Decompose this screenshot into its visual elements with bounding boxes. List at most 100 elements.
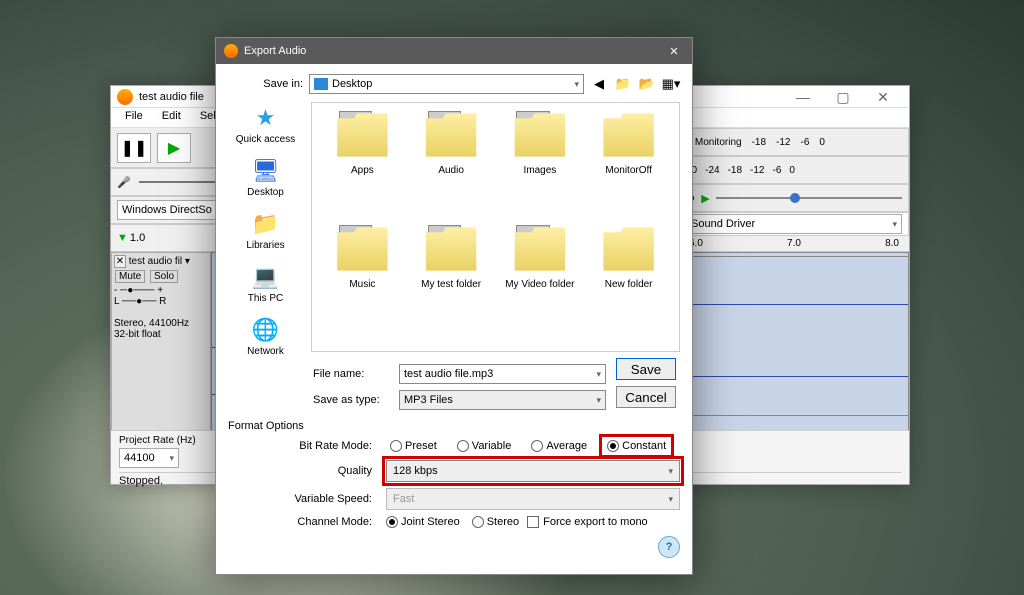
- bitrate-radio-preset[interactable]: Preset: [386, 438, 441, 454]
- folder-icon: [423, 225, 479, 273]
- audacity-app-icon: [117, 89, 133, 105]
- menu-file[interactable]: File: [117, 108, 151, 124]
- track-name: test audio fil: [129, 256, 182, 267]
- place-quick-access[interactable]: ★Quick access: [236, 104, 295, 145]
- folder-label: Music: [320, 279, 405, 290]
- this-pc-icon: 💻: [250, 263, 282, 291]
- track-info-1: Stereo, 44100Hz: [114, 318, 189, 329]
- quick-access-icon: ★: [250, 104, 282, 132]
- radio-icon: [472, 516, 484, 528]
- folder-icon: [423, 111, 479, 159]
- bitrate-radio-variable[interactable]: Variable: [453, 438, 516, 454]
- folder-icon: [334, 225, 390, 273]
- savein-label: Save in:: [228, 78, 303, 90]
- folder-item[interactable]: Audio: [409, 111, 494, 221]
- folder-label: Images: [498, 165, 583, 176]
- folder-label: New folder: [586, 279, 671, 290]
- cancel-button[interactable]: Cancel: [616, 386, 676, 408]
- radio-icon: [607, 440, 619, 452]
- view-menu-icon[interactable]: ▦▾: [662, 75, 680, 93]
- new-folder-icon[interactable]: 📂: [638, 75, 656, 93]
- zoom-value: 1.0: [130, 232, 145, 244]
- folder-item[interactable]: My Video folder: [498, 225, 583, 335]
- folder-item[interactable]: MonitorOff: [586, 111, 671, 221]
- window-close-icon[interactable]: ✕: [863, 86, 903, 108]
- quality-combo[interactable]: 128 kbps▾: [386, 460, 680, 482]
- pan-r: R: [159, 296, 166, 307]
- play-icon-2[interactable]: ▶: [701, 192, 709, 205]
- filename-label: File name:: [313, 368, 391, 380]
- format-options: Format Options Bit Rate Mode: Preset Vari…: [228, 420, 680, 558]
- track-close-icon[interactable]: ✕: [114, 255, 126, 268]
- channel-label: Channel Mode:: [288, 516, 378, 528]
- folder-label: MonitorOff: [586, 165, 671, 176]
- filename-input[interactable]: test audio file.mp3▾: [399, 364, 606, 384]
- folder-label: My Video folder: [498, 279, 583, 290]
- folder-item[interactable]: Images: [498, 111, 583, 221]
- project-rate-combo[interactable]: 44100▾: [119, 448, 179, 468]
- folder-item[interactable]: Apps: [320, 111, 405, 221]
- audacity-right-pane: rt Monitoring -18-12-60 30-24-18-12-60 ↻…: [679, 128, 909, 416]
- place-this-pc[interactable]: 💻This PC: [248, 263, 284, 304]
- channel-radio-joint-stereo[interactable]: Joint Stereo: [386, 516, 460, 528]
- desktop-icon: 🖥: [250, 157, 282, 185]
- solo-button[interactable]: Solo: [150, 270, 178, 283]
- savetype-label: Save as type:: [313, 394, 391, 406]
- places-sidebar: ★Quick access 🖥Desktop 📁Libraries 💻This PC 🌐…: [228, 102, 303, 352]
- place-libraries[interactable]: 📁Libraries: [246, 210, 284, 251]
- radio-icon: [457, 440, 469, 452]
- quality-label: Quality: [288, 465, 378, 477]
- zoom-arrow-icon: ▼: [117, 232, 128, 244]
- folder-item[interactable]: Music: [320, 225, 405, 335]
- channel-radio-stereo[interactable]: Stereo: [472, 516, 519, 528]
- pan-l: L: [114, 296, 119, 307]
- folder-item[interactable]: My test folder: [409, 225, 494, 335]
- dialog-title: Export Audio: [244, 45, 306, 57]
- pause-button[interactable]: ❚❚: [117, 133, 151, 163]
- savetype-combo[interactable]: MP3 Files▾: [399, 390, 606, 410]
- track-header: ✕ test audio fil ▾ Mute Solo - ─●─── + L…: [111, 252, 211, 442]
- play-button[interactable]: ▶: [157, 133, 191, 163]
- play-icon: ▶: [168, 138, 180, 158]
- file-grid[interactable]: Apps Audio ImagesMonitorOff Music My test fo…: [311, 102, 680, 352]
- folder-item[interactable]: New folder: [586, 225, 671, 335]
- network-icon: 🌐: [250, 316, 282, 344]
- window-min-icon[interactable]: —: [783, 86, 823, 108]
- up-folder-icon[interactable]: 📁: [614, 75, 632, 93]
- folder-label: My test folder: [409, 279, 494, 290]
- menu-edit[interactable]: Edit: [154, 108, 189, 124]
- bitrate-label: Bit Rate Mode:: [288, 440, 378, 452]
- waveform-right[interactable]: [679, 256, 909, 416]
- bitrate-radio-constant[interactable]: Constant: [603, 438, 670, 454]
- checkbox-icon: [527, 516, 539, 528]
- pause-icon: ❚❚: [121, 138, 148, 158]
- format-options-title: Format Options: [228, 420, 680, 432]
- radio-icon: [390, 440, 402, 452]
- window-max-icon[interactable]: ▢: [823, 86, 863, 108]
- place-network[interactable]: 🌐Network: [247, 316, 284, 357]
- folder-icon: [512, 225, 568, 273]
- mic-icon: 🎤: [117, 176, 131, 189]
- track-info-2: 32-bit float: [114, 329, 161, 340]
- folder-icon: [601, 225, 657, 273]
- folder-icon: [601, 111, 657, 159]
- dialog-close-icon[interactable]: ✕: [664, 45, 684, 58]
- folder-label: Audio: [409, 165, 494, 176]
- back-icon[interactable]: ◀: [590, 75, 608, 93]
- desktop-icon: [314, 78, 328, 90]
- folder-icon: [334, 111, 390, 159]
- help-icon[interactable]: ?: [658, 536, 680, 558]
- radio-icon: [386, 516, 398, 528]
- save-button[interactable]: Save: [616, 358, 676, 380]
- radio-icon: [531, 440, 543, 452]
- output-combo[interactable]: Sound Driver▾: [686, 214, 902, 234]
- monitor-label: rt Monitoring: [686, 137, 742, 148]
- audacity-title: test audio file: [139, 86, 204, 108]
- savein-combo[interactable]: Desktop ▾: [309, 74, 584, 94]
- place-desktop[interactable]: 🖥Desktop: [247, 157, 284, 198]
- bitrate-radio-average[interactable]: Average: [527, 438, 591, 454]
- varspeed-combo: Fast▾: [386, 488, 680, 510]
- mute-button[interactable]: Mute: [115, 270, 145, 283]
- folder-label: Apps: [320, 165, 405, 176]
- force-mono-checkbox[interactable]: Force export to mono: [527, 516, 648, 528]
